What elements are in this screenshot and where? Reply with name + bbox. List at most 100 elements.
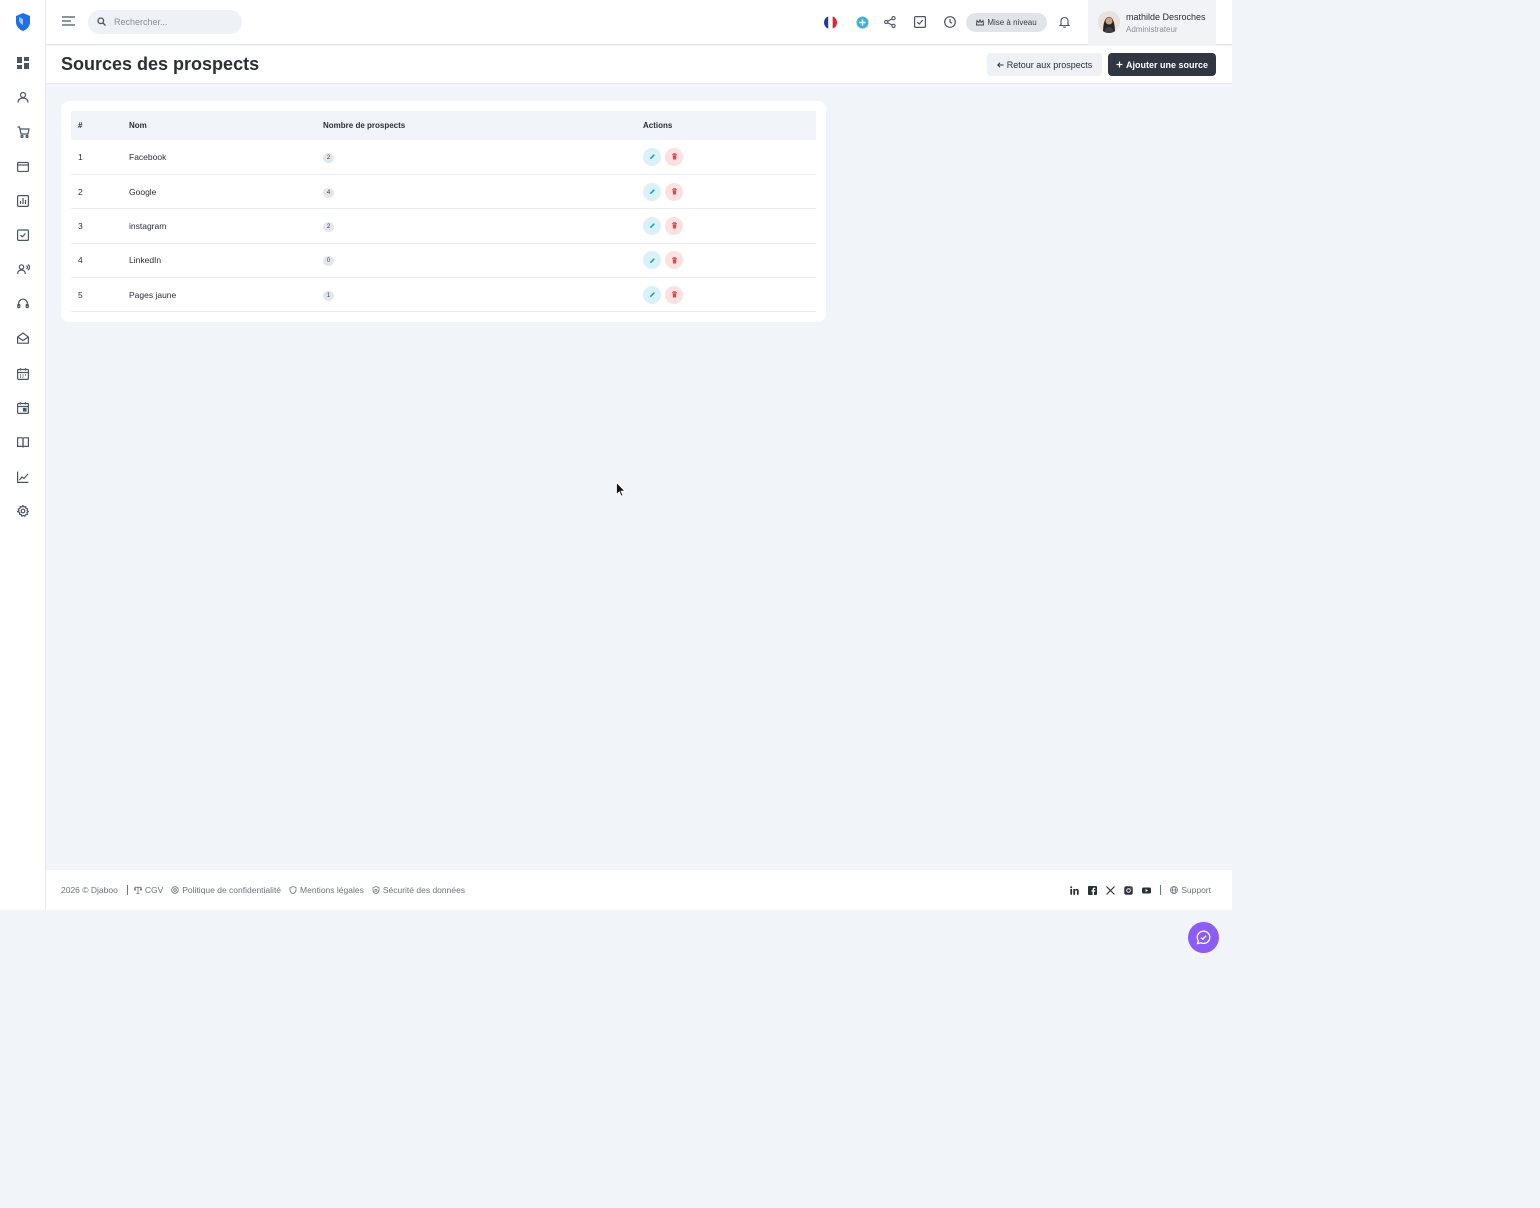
instagram-icon[interactable] <box>1124 885 1133 895</box>
footer: 2026 © Djaboo CGV Politique de confident… <box>46 870 1232 910</box>
delete-button[interactable] <box>665 216 684 235</box>
prospect-count-badge: 2 <box>323 221 334 232</box>
search-box <box>88 10 242 34</box>
chat-launcher-button[interactable] <box>1188 922 1219 953</box>
delete-button[interactable] <box>665 285 684 304</box>
back-to-prospects-button[interactable]: Retour aux prospects <box>987 53 1102 76</box>
sources-card: # Nom Nombre de prospects Actions 1 Face… <box>61 101 826 322</box>
shield-icon <box>289 886 297 894</box>
prospect-count-badge: 2 <box>323 152 334 163</box>
edit-button[interactable] <box>643 285 661 304</box>
row-num: 2 <box>78 186 83 197</box>
table-row: 4 LinkedIn 0 <box>71 243 816 278</box>
user-icon[interactable] <box>14 88 32 106</box>
trash-icon <box>671 188 677 195</box>
menu-toggle-icon[interactable] <box>62 14 80 30</box>
mail-open-icon[interactable] <box>14 329 32 347</box>
edit-button[interactable] <box>643 147 661 166</box>
sidebar <box>0 0 46 910</box>
delete-button[interactable] <box>665 182 684 201</box>
row-name: LinkedIn <box>129 255 162 266</box>
prospect-count-badge: 1 <box>323 290 334 301</box>
line-chart-icon[interactable] <box>14 468 32 486</box>
add-source-button[interactable]: Ajouter une source <box>1108 53 1216 76</box>
trash-icon <box>671 153 677 160</box>
trash-icon <box>671 291 677 298</box>
row-name: instagram <box>129 220 167 231</box>
gear-icon[interactable] <box>14 502 32 520</box>
brand-logo-icon[interactable] <box>14 12 32 32</box>
pencil-icon <box>649 189 655 195</box>
linkedin-icon[interactable] <box>1070 885 1079 895</box>
crown-icon <box>976 19 985 26</box>
copyright-text: 2026 © Djaboo <box>61 885 118 895</box>
row-num: 4 <box>78 255 83 266</box>
row-num: 3 <box>78 220 83 231</box>
avatar <box>1098 11 1120 33</box>
row-name: Facebook <box>129 151 167 162</box>
headset-icon[interactable] <box>14 295 32 313</box>
upgrade-button[interactable]: Mise à niveau <box>966 13 1047 32</box>
team-icon[interactable] <box>14 260 32 278</box>
scale-icon <box>133 886 142 894</box>
footer-divider <box>1160 885 1162 895</box>
edit-button[interactable] <box>643 182 661 201</box>
back-button-label: Retour aux prospects <box>1006 59 1093 70</box>
prospect-count-badge: 4 <box>323 187 334 198</box>
calendar-event-icon[interactable] <box>14 399 32 417</box>
prospect-count-badge: 0 <box>323 256 334 267</box>
footer-link-privacy[interactable]: Politique de confidentialité <box>171 885 281 895</box>
globe-icon <box>1170 886 1179 894</box>
plus-icon <box>1116 61 1123 68</box>
table-header-row: # Nom Nombre de prospects Actions <box>71 111 816 140</box>
table-row: 2 Google 4 <box>71 174 816 209</box>
arrow-left-icon <box>996 61 1004 68</box>
column-header-num: # <box>78 121 83 130</box>
page-header: Sources des prospects Retour aux prospec… <box>46 46 1232 84</box>
search-icon <box>97 17 106 26</box>
edit-button[interactable] <box>643 251 661 270</box>
share-icon[interactable] <box>882 14 898 30</box>
column-header-name: Nom <box>129 121 147 130</box>
footer-link-security[interactable]: Sécurité des données <box>372 885 465 895</box>
row-name: Google <box>129 186 157 197</box>
task-check-icon[interactable] <box>912 14 928 30</box>
clock-icon[interactable] <box>942 14 958 30</box>
pencil-icon <box>649 257 655 263</box>
settings-icon <box>171 886 179 894</box>
pencil-icon <box>649 154 655 160</box>
delete-button[interactable] <box>665 251 684 270</box>
bar-chart-icon[interactable] <box>14 192 32 210</box>
column-header-count: Nombre de prospects <box>323 121 406 130</box>
clipboard-check-icon[interactable] <box>14 226 32 244</box>
column-header-actions: Actions <box>643 121 673 130</box>
table-row: 3 instagram 2 <box>71 209 816 244</box>
table-row: 1 Facebook 2 <box>71 140 816 175</box>
shield-lock-icon <box>372 886 380 894</box>
bell-icon[interactable] <box>1056 14 1072 30</box>
youtube-icon[interactable] <box>1142 886 1152 895</box>
wallet-icon[interactable] <box>14 157 32 175</box>
calendar-icon[interactable] <box>14 365 32 383</box>
search-input[interactable] <box>114 10 236 34</box>
footer-link-support[interactable]: Support <box>1170 885 1211 895</box>
footer-link-legal[interactable]: Mentions légales <box>289 885 364 895</box>
row-num: 5 <box>78 289 83 300</box>
user-role: Administrateur <box>1126 25 1178 34</box>
edit-button[interactable] <box>643 216 661 235</box>
page-title: Sources des prospects <box>61 54 260 74</box>
footer-link-cgv[interactable]: CGV <box>133 885 163 895</box>
add-button-label: Ajouter une source <box>1125 59 1208 70</box>
cart-icon[interactable] <box>14 123 32 141</box>
french-flag-icon[interactable] <box>822 14 838 30</box>
dashboard-icon[interactable] <box>14 54 32 72</box>
user-menu[interactable]: mathilde Desroches Administrateur <box>1088 0 1216 45</box>
delete-button[interactable] <box>665 147 684 166</box>
book-icon[interactable] <box>14 433 32 451</box>
trash-icon <box>671 222 677 229</box>
facebook-icon[interactable] <box>1088 885 1098 895</box>
row-name: Pages jaune <box>129 289 177 300</box>
user-name: mathilde Desroches <box>1126 12 1206 22</box>
x-twitter-icon[interactable] <box>1106 885 1116 895</box>
add-circle-icon[interactable] <box>854 14 870 30</box>
